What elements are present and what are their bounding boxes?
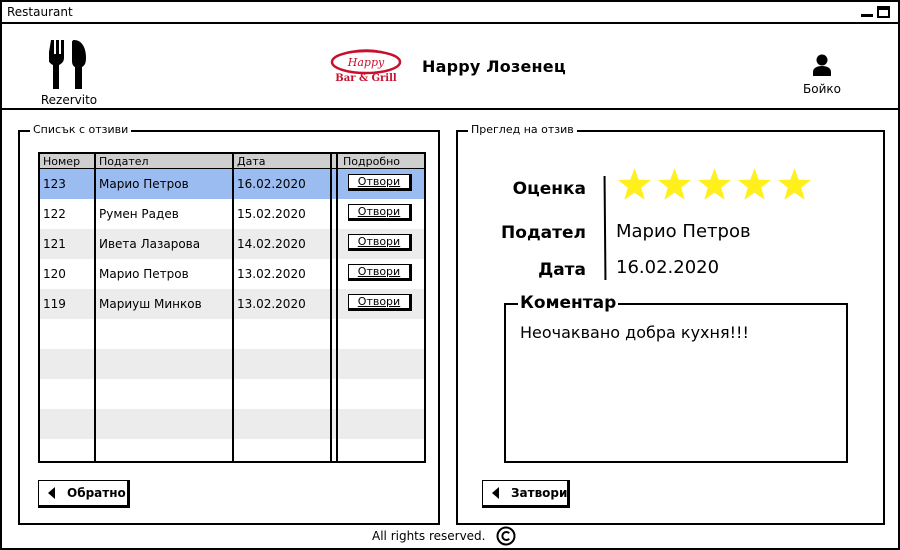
rating-stars: [618, 168, 811, 200]
column-divider: [232, 154, 234, 461]
comment-box: Коментар Неочаквано добра кухня!!!: [504, 293, 848, 463]
minimize-button[interactable]: [861, 6, 874, 18]
restaurant-name: Happy Лозенец: [422, 56, 566, 76]
comment-text: Неочаквано добра кухня!!!: [520, 323, 749, 342]
logo-text-top: Happy: [347, 56, 385, 69]
footer-text: All rights reserved.: [372, 529, 486, 543]
row-number: 122: [43, 207, 66, 221]
row-date: 13.02.2020: [237, 297, 306, 311]
row-author: Румен Радев: [99, 207, 179, 221]
open-review-button[interactable]: Отвори: [348, 264, 412, 281]
title-bar: Restaurant: [2, 2, 898, 24]
row-number: 121: [43, 237, 66, 251]
label-divider: [603, 175, 607, 281]
app-window: Restaurant Rezervito Happy Bar & Grill H…: [0, 0, 900, 550]
row-author: Марио Петров: [99, 267, 189, 281]
restaurant-logo: Happy Bar & Grill: [330, 49, 402, 84]
logo-text-bottom: Bar & Grill: [335, 73, 397, 84]
row-author: Марио Петров: [99, 177, 189, 191]
comment-label: Коментар: [518, 293, 619, 313]
row-date: 16.02.2020: [237, 177, 306, 191]
column-divider: [336, 154, 338, 461]
user-menu[interactable]: Бойко: [797, 54, 847, 96]
reviews-list-title: Списък с отзиви: [30, 123, 132, 137]
rating-label: Оценка: [512, 179, 586, 199]
row-number: 119: [43, 297, 66, 311]
row-date: 15.02.2020: [237, 207, 306, 221]
back-button-label: Обратно: [67, 486, 126, 500]
window-controls: [861, 6, 890, 18]
column-divider: [330, 154, 332, 461]
review-detail-panel: Преглед на отзив Оценка Подател Дата Мар…: [456, 123, 885, 525]
row-number: 120: [43, 267, 66, 281]
row-date: 14.02.2020: [237, 237, 306, 251]
restaurant-brand: Happy Bar & Grill Happy Лозенец: [320, 48, 566, 84]
back-arrow-icon: [48, 487, 55, 499]
column-divider: [94, 154, 96, 461]
column-header-number[interactable]: Номер: [40, 154, 94, 168]
column-header-author[interactable]: Подател: [96, 154, 232, 168]
back-arrow-icon: [492, 487, 499, 499]
reviews-list-panel: Списък с отзиви Номер Подател Дата Подро…: [18, 123, 440, 525]
open-review-button[interactable]: Отвори: [348, 234, 412, 251]
row-author: Ивета Лазарова: [99, 237, 201, 251]
author-label: Подател: [501, 223, 586, 243]
star-icon: [738, 168, 771, 200]
copyright-icon: [496, 526, 515, 546]
review-author: Марио Петров: [616, 221, 751, 242]
user-icon: [813, 54, 831, 76]
open-review-button[interactable]: Отвори: [348, 294, 412, 311]
review-date: 16.02.2020: [616, 257, 720, 278]
star-icon: [658, 168, 691, 200]
column-header-details[interactable]: Подробно: [340, 154, 424, 168]
app-header: Rezervito Happy Bar & Grill Happy Лозене…: [2, 24, 898, 110]
window-title: Restaurant: [7, 5, 73, 19]
date-label: Дата: [538, 260, 586, 280]
star-icon: [698, 168, 731, 200]
user-name: Бойко: [803, 82, 841, 96]
reviews-table: Номер Подател Дата Подробно 123 Марио Пе…: [38, 152, 426, 463]
open-review-button[interactable]: Отвори: [348, 174, 412, 191]
footer: All rights reserved.: [372, 526, 516, 546]
close-button-label: Затвори: [511, 486, 568, 500]
star-icon: [618, 168, 651, 200]
app-name: Rezervito: [40, 93, 98, 107]
row-author: Мариуш Минков: [99, 297, 202, 311]
star-icon: [778, 168, 811, 200]
column-header-date[interactable]: Дата: [234, 154, 328, 168]
maximize-button[interactable]: [877, 6, 890, 18]
back-button[interactable]: Обратно: [38, 480, 130, 508]
close-button[interactable]: Затвори: [482, 480, 570, 508]
row-date: 13.02.2020: [237, 267, 306, 281]
fork-knife-icon: [49, 40, 86, 89]
row-number: 123: [43, 177, 66, 191]
app-logo[interactable]: Rezervito: [37, 40, 101, 107]
open-review-button[interactable]: Отвори: [348, 204, 412, 221]
review-detail-title: Преглед на отзив: [468, 123, 577, 137]
